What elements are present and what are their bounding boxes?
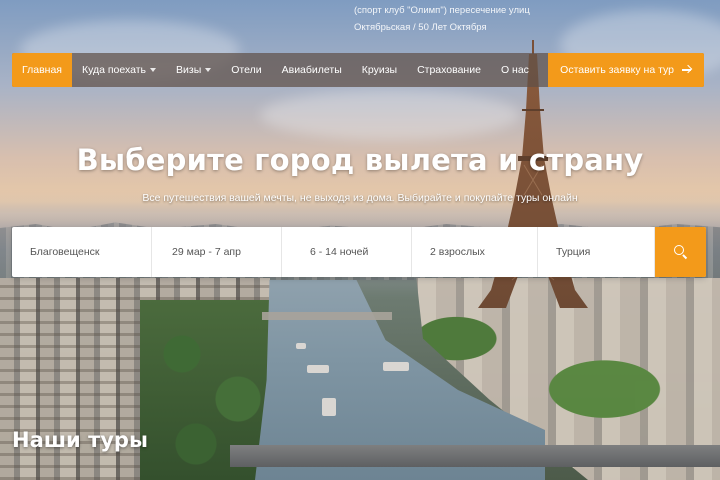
travelers-value: 2 взрослых — [430, 246, 485, 258]
nights-select[interactable]: 6 - 14 ночей — [282, 227, 412, 277]
nav-item-cruises[interactable]: Круизы — [352, 53, 407, 87]
nav-item-home[interactable]: Главная — [12, 53, 72, 87]
request-tour-label: Оставить заявку на тур — [560, 64, 674, 76]
main-nav: Главная Куда поехать Визы Отели Авиабиле… — [12, 53, 704, 87]
section-title-our-tours: Наши туры — [12, 428, 148, 452]
bridge — [230, 445, 720, 467]
search-button[interactable] — [655, 227, 706, 277]
nav-item-hotels[interactable]: Отели — [221, 53, 271, 87]
nav-item-label: О нас — [500, 64, 529, 76]
office-address: (спорт клуб "Олимп") пересечение улиц Ок… — [354, 2, 530, 36]
arrow-right-icon — [682, 65, 692, 75]
nav-item-visas[interactable]: Визы — [166, 53, 221, 87]
country-value: Турция — [556, 246, 591, 258]
nav-item-destinations[interactable]: Куда поехать — [72, 53, 166, 87]
country-select[interactable]: Турция — [538, 227, 655, 277]
search-icon — [673, 245, 688, 259]
boat — [296, 343, 306, 349]
request-tour-button[interactable]: Оставить заявку на тур — [548, 53, 704, 87]
hero-subtitle: Все путешествия вашей мечты, не выходя и… — [142, 192, 578, 204]
nav-item-label: Страхование — [417, 64, 481, 76]
departure-city-value: Благовещенск — [30, 246, 100, 258]
hero-title: Выберите город вылета и страну — [76, 143, 644, 177]
dates-picker[interactable]: 29 мар - 7 апр — [152, 227, 282, 277]
nav-item-label: Главная — [22, 64, 62, 76]
nav-item-flights[interactable]: Авиабилеты — [272, 53, 352, 87]
boat — [322, 398, 336, 416]
bridge — [262, 312, 392, 320]
chevron-down-icon — [150, 68, 157, 72]
dates-value: 29 мар - 7 апр — [172, 246, 241, 258]
boat — [307, 365, 329, 373]
nav-item-about[interactable]: О нас — [491, 53, 539, 87]
departure-city-select[interactable]: Благовещенск — [12, 227, 152, 277]
chevron-down-icon — [205, 68, 212, 72]
nights-value: 6 - 14 ночей — [310, 246, 369, 258]
nav-item-label: Авиабилеты — [281, 64, 342, 76]
nav-item-insurance[interactable]: Страхование — [407, 53, 491, 87]
address-line-1: (спорт клуб "Олимп") пересечение улиц — [354, 5, 530, 16]
boat — [383, 362, 409, 371]
nav-item-label: Круизы — [361, 64, 398, 76]
nav-item-label: Куда поехать — [81, 64, 147, 76]
nav-item-label: Отели — [231, 64, 262, 76]
nav-item-label: Визы — [176, 64, 202, 76]
tour-search-bar: Благовещенск 29 мар - 7 апр 6 - 14 ночей… — [12, 227, 706, 277]
address-line-2: Октябрьская / 50 Лет Октября — [354, 22, 487, 33]
travelers-select[interactable]: 2 взрослых — [412, 227, 538, 277]
